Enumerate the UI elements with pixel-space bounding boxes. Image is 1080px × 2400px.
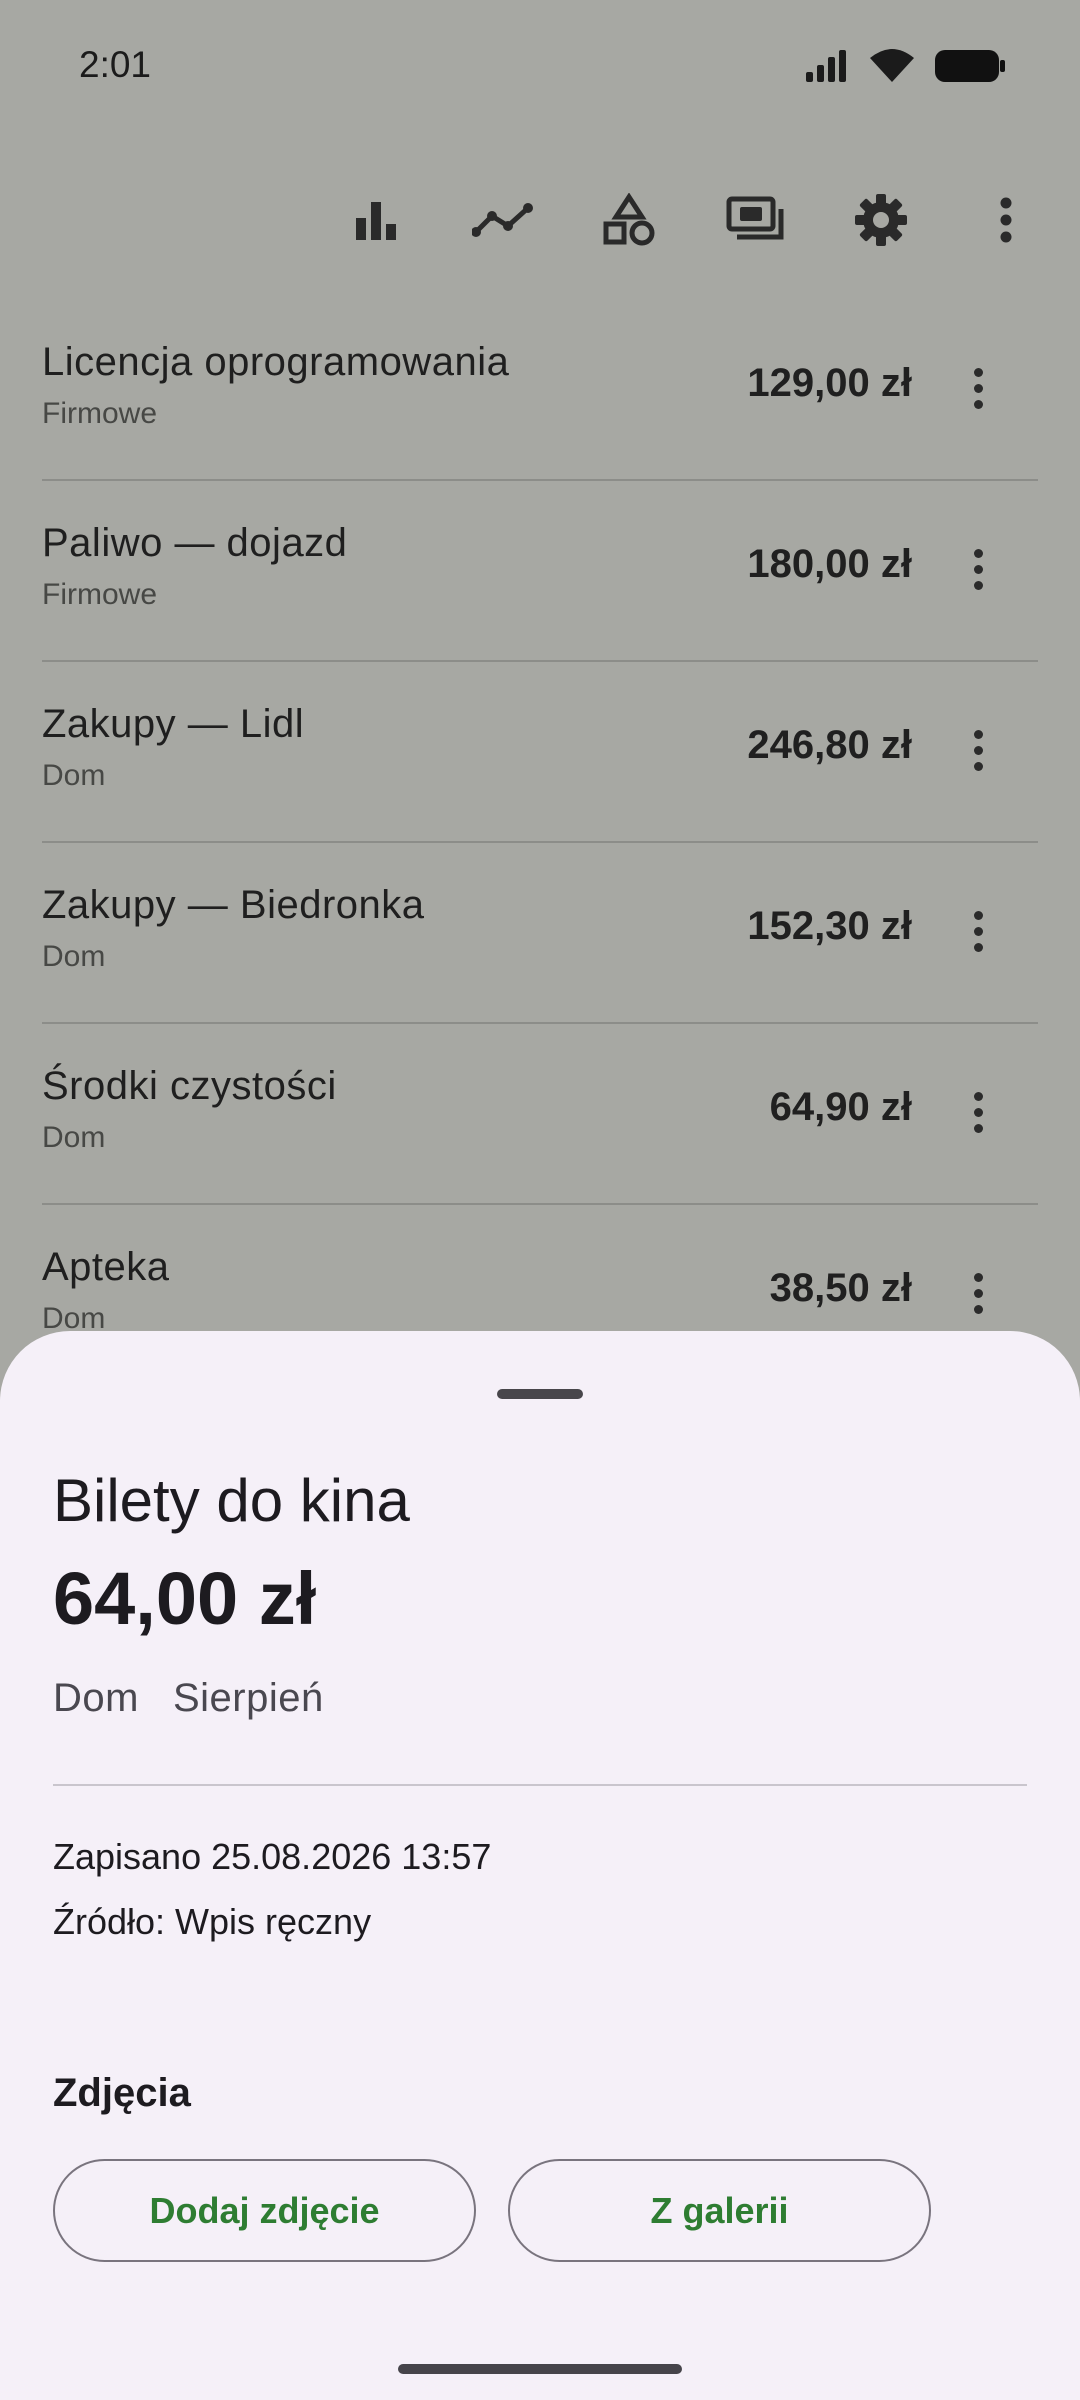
item-category: Dom <box>42 1121 106 1154</box>
item-title: Licencja oprogramowania <box>42 340 510 384</box>
item-amount: 64,90 zł <box>769 1085 912 1129</box>
item-amount: 38,50 zł <box>769 1266 912 1310</box>
from-gallery-button[interactable]: Z galerii <box>508 2159 931 2262</box>
list-item[interactable]: Zakupy — Lidl Dom 246,80 zł <box>42 662 1038 843</box>
list-item[interactable]: Licencja oprogramowania Firmowe 129,00 z… <box>42 300 1038 481</box>
expense-list: Licencja oprogramowania Firmowe 129,00 z… <box>42 300 1038 1386</box>
gear-icon[interactable] <box>836 175 926 265</box>
expense-category: Dom <box>53 1676 139 1720</box>
list-item[interactable]: Paliwo — dojazd Firmowe 180,00 zł <box>42 481 1038 662</box>
expense-amount: 64,00 zł <box>53 1557 317 1640</box>
item-title: Środki czystości <box>42 1064 337 1108</box>
item-more-icon[interactable] <box>958 539 998 599</box>
wifi-icon <box>870 49 914 82</box>
item-title: Paliwo — dojazd <box>42 521 348 565</box>
item-more-icon[interactable] <box>958 358 998 418</box>
line-chart-icon[interactable] <box>458 175 548 265</box>
item-category: Firmowe <box>42 397 158 430</box>
item-more-icon[interactable] <box>958 901 998 961</box>
item-more-icon[interactable] <box>958 720 998 780</box>
item-category: Dom <box>42 940 106 973</box>
add-photo-button[interactable]: Dodaj zdjęcie <box>53 2159 476 2262</box>
item-title: Zakupy — Biedronka <box>42 883 425 927</box>
categories-icon[interactable] <box>584 175 674 265</box>
status-bar: 2:01 <box>0 0 1080 135</box>
item-title: Apteka <box>42 1245 170 1289</box>
source-label: Źródło: Wpis ręczny <box>53 1901 372 1942</box>
saved-timestamp: Zapisano 25.08.2026 13:57 <box>53 1836 492 1877</box>
money-icon[interactable] <box>710 175 800 265</box>
expense-meta: Dom Sierpień <box>53 1676 324 1721</box>
item-more-icon[interactable] <box>958 1082 998 1142</box>
expense-detail-sheet: Bilety do kina 64,00 zł Dom Sierpień Zap… <box>0 1331 1080 2400</box>
drag-handle[interactable] <box>497 1389 583 1399</box>
expense-month: Sierpień <box>172 1676 324 1720</box>
list-item[interactable]: Środki czystości Dom 64,90 zł <box>42 1024 1038 1205</box>
expense-title: Bilety do kina <box>53 1467 410 1534</box>
item-amount: 129,00 zł <box>747 361 912 405</box>
item-amount: 180,00 zł <box>747 542 912 586</box>
signal-icon <box>806 50 846 82</box>
item-title: Zakupy — Lidl <box>42 702 305 746</box>
more-vert-icon[interactable] <box>961 175 1051 265</box>
bar-chart-icon[interactable] <box>331 175 421 265</box>
status-time: 2:01 <box>79 44 152 85</box>
top-toolbar <box>0 175 1080 265</box>
item-amount: 152,30 zł <box>747 904 912 948</box>
item-category: Dom <box>42 759 106 792</box>
list-item[interactable]: Zakupy — Biedronka Dom 152,30 zł <box>42 843 1038 1024</box>
item-amount: 246,80 zł <box>747 723 912 767</box>
battery-icon <box>935 50 1005 82</box>
item-category: Firmowe <box>42 578 158 611</box>
item-more-icon[interactable] <box>958 1263 998 1323</box>
divider <box>53 1784 1027 1786</box>
photos-heading: Zdjęcia <box>53 2071 191 2115</box>
home-indicator[interactable] <box>398 2364 682 2374</box>
